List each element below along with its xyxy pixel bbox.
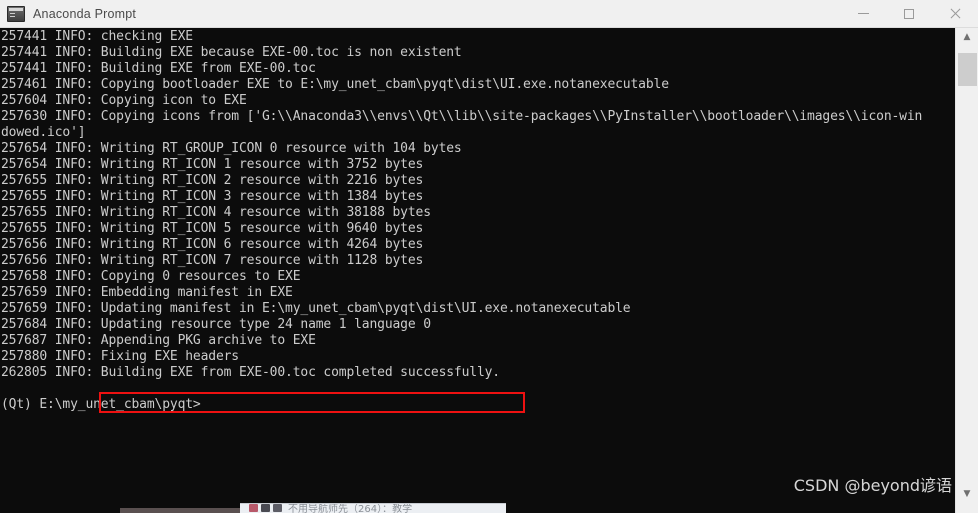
background-window-icon-3 [273,504,282,512]
scroll-down-arrow-icon[interactable]: ▼ [956,485,978,503]
window-titlebar[interactable]: Anaconda Prompt [0,0,978,28]
scroll-up-arrow-icon[interactable]: ▲ [956,28,978,46]
terminal-output-area[interactable]: 257441 INFO: checking EXE 257441 INFO: B… [0,28,955,513]
background-strip [120,508,240,513]
close-icon [950,8,961,19]
close-button[interactable] [932,0,978,27]
background-window-sliver[interactable]: 不用导航师先（264）：教学 [240,503,506,513]
background-window-icon-1 [249,504,258,512]
vertical-scrollbar[interactable]: ▲ ▼ [955,28,978,513]
terminal-text: 257441 INFO: checking EXE 257441 INFO: B… [1,29,923,412]
window-title: Anaconda Prompt [33,6,137,21]
console-icon [7,5,25,22]
minimize-icon [857,13,869,14]
background-window-label: 不用导航师先（264）：教学 [288,504,413,513]
minimize-button[interactable] [840,0,886,27]
anaconda-prompt-window: Anaconda Prompt 257441 INFO: checking EX… [0,0,978,513]
scrollbar-thumb[interactable] [958,53,977,86]
watermark-text: CSDN @beyond谚语 [793,476,952,495]
maximize-icon [904,8,914,19]
maximize-button[interactable] [886,0,932,27]
background-window-icon-2 [261,504,270,512]
